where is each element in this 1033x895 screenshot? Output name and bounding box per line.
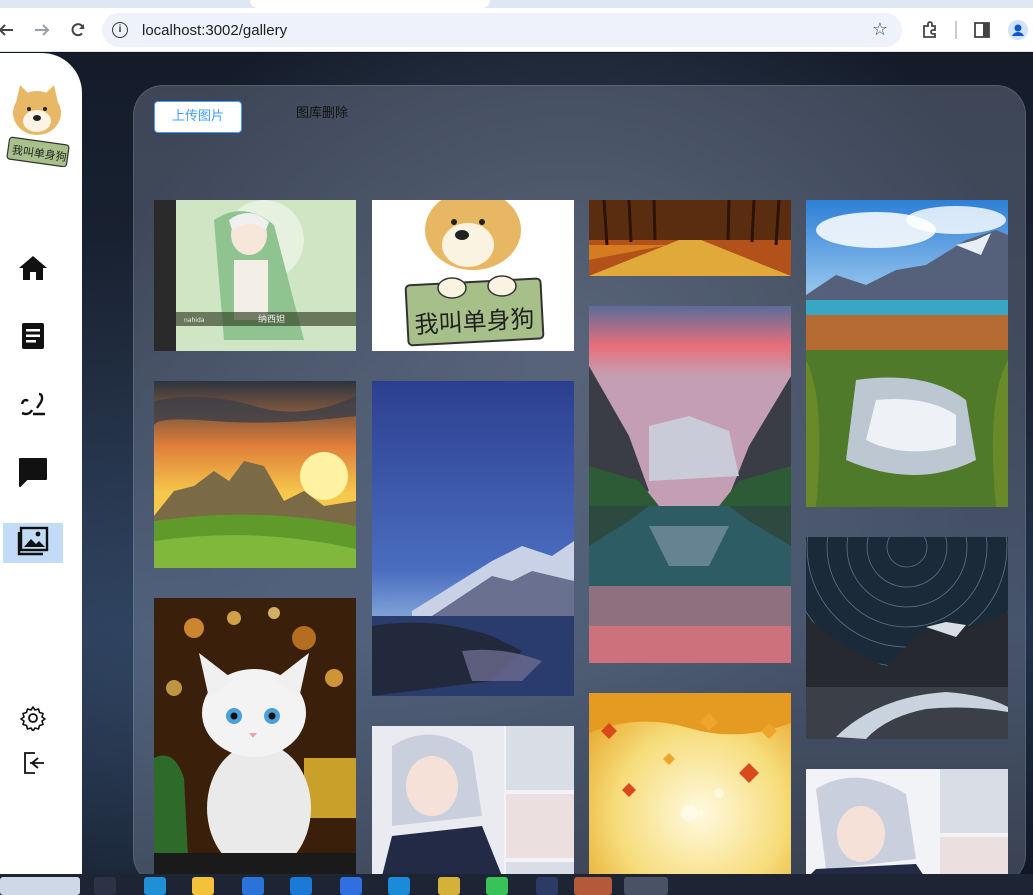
page-background: 我叫单身狗 上传图片 图库删除 nahida 纳西妲 我叫单身狗 (0, 53, 1033, 874)
qq-icon[interactable] (574, 877, 612, 895)
gallery-panel: 上传图片 图库删除 nahida 纳西妲 我叫单身狗 (133, 85, 1026, 874)
gallery-image-anime-girl[interactable]: nahida 纳西妲 (154, 200, 356, 351)
gallery-image-mountain-lake-sunset[interactable] (589, 306, 791, 663)
gallery-column-4 (806, 200, 1008, 874)
site-info-icon[interactable]: i (112, 22, 128, 38)
mail-icon[interactable] (290, 877, 312, 895)
file-explorer-icon[interactable] (192, 877, 214, 895)
sidebar-item-logout[interactable] (20, 750, 46, 776)
active-tab[interactable] (250, 0, 490, 8)
gallery-column-3 (589, 200, 791, 874)
gallery-image-white-kitten[interactable] (154, 598, 356, 874)
forward-icon[interactable] (28, 16, 56, 44)
sidebar-item-articles[interactable] (16, 321, 50, 355)
gallery-image-autumn-forest-road[interactable] (589, 200, 791, 276)
avatar[interactable]: 我叫单身狗 (2, 81, 72, 167)
svg-text:纳西妲: 纳西妲 (258, 313, 285, 325)
gear-icon (20, 706, 46, 735)
gallery-column-2: 我叫单身狗 (372, 200, 574, 874)
gallery-image-snowy-mountain-night[interactable] (372, 381, 574, 696)
sidebar-item-write[interactable] (16, 389, 50, 423)
sidebar-item-gallery[interactable] (3, 523, 63, 563)
side-panel-icon[interactable] (972, 20, 992, 40)
tab-strip (0, 0, 1033, 8)
extensions-icon[interactable] (920, 20, 940, 40)
gallery-image-star-trails-valley[interactable] (806, 537, 1008, 739)
os-taskbar (0, 874, 1033, 895)
edge-icon[interactable] (144, 877, 166, 895)
sidebar-item-settings[interactable] (20, 705, 46, 732)
sidebar-item-messages[interactable] (16, 457, 50, 491)
panda-wallpaper-thumb (0, 877, 80, 895)
gallery-image-autumn-leaves[interactable] (589, 693, 791, 874)
profile-icon[interactable] (1008, 20, 1028, 40)
gallery-column-1: nahida 纳西妲 (154, 200, 356, 874)
gallery-image-mountain-lake-grass[interactable] (806, 200, 1008, 507)
todo-icon[interactable] (340, 877, 362, 895)
svg-text:nahida: nahida (184, 317, 205, 324)
wechat-icon[interactable] (486, 877, 508, 895)
app2-icon[interactable] (536, 877, 558, 895)
sidebar-item-home[interactable] (16, 253, 50, 287)
gallery-image-cosplay-collage[interactable] (372, 726, 574, 874)
home-icon (18, 254, 48, 287)
gallery-image-doge-sign[interactable]: 我叫单身狗 (372, 200, 574, 351)
chrome-icon[interactable] (624, 877, 668, 895)
upload-image-button[interactable]: 上传图片 (154, 101, 242, 133)
app-icon[interactable] (438, 877, 460, 895)
message-icon (17, 456, 49, 493)
logout-icon (20, 752, 46, 780)
article-icon (21, 322, 45, 355)
gallery-image-sunset-cliffs[interactable] (154, 381, 356, 568)
task-view-icon[interactable] (94, 877, 116, 895)
reload-icon[interactable] (64, 16, 92, 44)
toolbar-divider (955, 21, 957, 39)
gallery-icon (17, 526, 49, 561)
bookmark-star-icon[interactable]: ☆ (872, 19, 888, 40)
browser-toolbar: i localhost:3002/gallery ☆ (0, 8, 1033, 52)
gallery-delete-link[interactable]: 图库删除 (296, 102, 348, 121)
store-icon[interactable] (242, 877, 264, 895)
gallery-image-cosplay-collage-2[interactable] (806, 769, 1008, 874)
sidebar: 我叫单身狗 (0, 53, 82, 874)
url-text[interactable]: localhost:3002/gallery (142, 22, 287, 39)
back-icon[interactable] (0, 16, 20, 44)
write-icon (19, 390, 47, 423)
vscode-icon[interactable] (388, 877, 410, 895)
address-bar[interactable]: i localhost:3002/gallery ☆ (102, 13, 902, 47)
